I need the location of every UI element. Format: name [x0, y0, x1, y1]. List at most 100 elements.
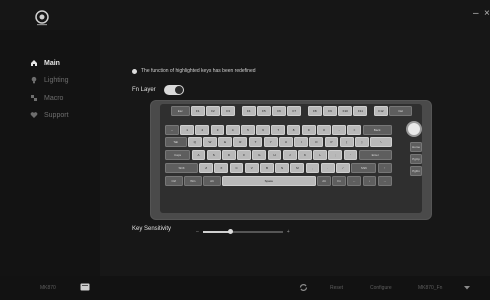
volume-knob[interactable]: [406, 121, 422, 137]
key[interactable]: ,: [305, 163, 320, 173]
key[interactable]: F7: [287, 106, 302, 116]
key[interactable]: T: [248, 137, 263, 147]
key[interactable]: E: [218, 137, 233, 147]
key[interactable]: Enter: [358, 150, 392, 160]
key[interactable]: D: [222, 150, 236, 160]
key[interactable]: F4: [241, 106, 256, 116]
key[interactable]: Home: [410, 142, 422, 152]
key[interactable]: Tab: [165, 137, 187, 147]
key[interactable]: Shift: [351, 163, 377, 173]
key[interactable]: ←: [347, 176, 362, 186]
key[interactable]: Win: [184, 176, 202, 186]
key[interactable]: /: [336, 163, 350, 173]
profile-selector[interactable]: MK870_Fn: [418, 285, 442, 291]
key[interactable]: J: [282, 150, 297, 160]
sensitivity-increase-button[interactable]: +: [287, 229, 290, 235]
key[interactable]: Back: [362, 125, 392, 135]
sensitivity-decrease-button[interactable]: –: [196, 229, 199, 235]
chevron-down-icon[interactable]: [464, 286, 470, 290]
key[interactable]: ↑: [377, 163, 392, 173]
key-sensitivity-label: Key Sensitivity: [132, 226, 172, 232]
fn-layer-toggle[interactable]: [163, 85, 184, 95]
key[interactable]: F11: [353, 106, 368, 116]
sensitivity-thumb[interactable]: [228, 229, 234, 234]
key[interactable]: 9: [301, 125, 316, 135]
key[interactable]: O: [309, 137, 324, 147]
key[interactable]: X: [214, 163, 229, 173]
key[interactable]: 1: [180, 125, 195, 135]
key[interactable]: ]: [355, 137, 369, 147]
key[interactable]: 6: [256, 125, 271, 135]
key[interactable]: N: [275, 163, 290, 173]
key[interactable]: Shift: [165, 163, 198, 173]
key[interactable]: Q: [187, 137, 202, 147]
key[interactable]: Caps: [165, 150, 191, 160]
minimize-button[interactable]: –: [473, 8, 479, 19]
key[interactable]: U: [279, 137, 293, 147]
key[interactable]: =: [347, 125, 362, 135]
sidebar-item-label: Main: [44, 59, 60, 67]
sidebar-item-lighting[interactable]: Lighting: [30, 73, 69, 87]
key[interactable]: Fn: [332, 176, 347, 186]
key[interactable]: F2: [206, 106, 220, 116]
sync-icon[interactable]: [299, 283, 308, 292]
key[interactable]: B: [260, 163, 274, 173]
key[interactable]: ~: [165, 125, 179, 135]
sidebar-item-support[interactable]: Support: [30, 108, 69, 122]
key[interactable]: Alt: [317, 176, 331, 186]
key[interactable]: Z: [199, 163, 214, 173]
key[interactable]: 8: [286, 125, 301, 135]
key[interactable]: Y: [263, 137, 278, 147]
close-button[interactable]: ×: [484, 8, 490, 19]
key[interactable]: I: [294, 137, 309, 147]
key[interactable]: 4: [225, 125, 240, 135]
key[interactable]: F6: [272, 106, 287, 116]
key[interactable]: Esc: [171, 106, 190, 116]
key[interactable]: M: [290, 163, 305, 173]
key[interactable]: F: [237, 150, 252, 160]
key[interactable]: .: [320, 163, 335, 173]
key[interactable]: 7: [271, 125, 286, 135]
key[interactable]: -: [332, 125, 347, 135]
key[interactable]: 3: [210, 125, 225, 135]
key[interactable]: [: [339, 137, 354, 147]
key[interactable]: \: [370, 137, 392, 147]
key[interactable]: H: [267, 150, 282, 160]
keyboard-device-icon[interactable]: [80, 283, 90, 291]
key[interactable]: F10: [338, 106, 353, 116]
sidebar-item-main[interactable]: Main: [30, 56, 60, 70]
key[interactable]: Space: [222, 176, 316, 186]
key[interactable]: F3: [221, 106, 236, 116]
key[interactable]: V: [244, 163, 259, 173]
key[interactable]: Ctrl: [165, 176, 183, 186]
key[interactable]: 2: [195, 125, 210, 135]
configure-button[interactable]: Configure: [370, 285, 392, 291]
key[interactable]: PgUp: [410, 154, 422, 164]
key[interactable]: Alt: [203, 176, 221, 186]
sidebar-item-macro[interactable]: Macro: [30, 91, 63, 105]
key[interactable]: C: [229, 163, 244, 173]
key[interactable]: F12: [374, 106, 388, 116]
key[interactable]: F8: [307, 106, 322, 116]
sensitivity-slider[interactable]: [202, 229, 283, 234]
key[interactable]: S: [206, 150, 221, 160]
key[interactable]: PgDn: [410, 166, 422, 176]
key[interactable]: ↓: [362, 176, 377, 186]
key[interactable]: F9: [323, 106, 337, 116]
key[interactable]: 5: [241, 125, 255, 135]
key[interactable]: L: [313, 150, 328, 160]
key[interactable]: R: [233, 137, 248, 147]
key[interactable]: P: [324, 137, 339, 147]
key[interactable]: Del: [389, 106, 413, 116]
key[interactable]: W: [203, 137, 217, 147]
key[interactable]: ;: [328, 150, 343, 160]
key[interactable]: F1: [190, 106, 205, 116]
key[interactable]: F5: [256, 106, 271, 116]
key[interactable]: K: [298, 150, 312, 160]
key[interactable]: 0: [317, 125, 331, 135]
key[interactable]: ': [343, 150, 358, 160]
key[interactable]: →: [377, 176, 392, 186]
key[interactable]: A: [191, 150, 206, 160]
reset-button[interactable]: Reset: [330, 285, 343, 291]
key[interactable]: G: [252, 150, 267, 160]
